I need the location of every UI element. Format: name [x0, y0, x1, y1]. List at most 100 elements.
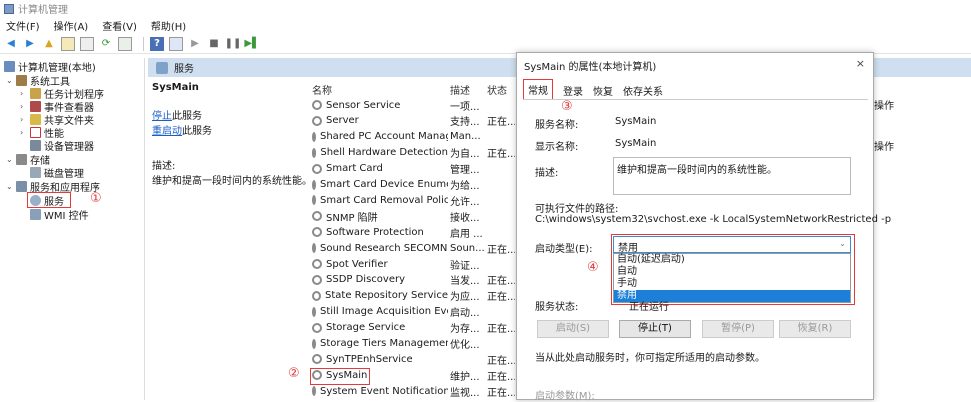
- column-name[interactable]: 名称: [312, 82, 332, 97]
- tree-root[interactable]: 计算机管理(本地): [4, 60, 96, 74]
- stop-service-link[interactable]: 停止: [152, 111, 172, 122]
- column-description[interactable]: 描述: [450, 82, 470, 97]
- service-description: Soun...: [450, 242, 485, 254]
- service-status: [487, 177, 515, 193]
- forward-icon[interactable]: ▶: [23, 37, 37, 51]
- service-row[interactable]: Shell Hardware Detection: [312, 145, 448, 161]
- menu-help[interactable]: 帮助(H): [151, 18, 186, 33]
- performance-icon: [30, 127, 41, 138]
- actions-item-2[interactable]: 操作: [874, 138, 894, 153]
- service-description: 当发...: [450, 276, 480, 288]
- expand-icon[interactable]: ›: [20, 128, 30, 137]
- tab-recovery[interactable]: 恢复: [593, 83, 613, 100]
- stop-icon[interactable]: ■: [207, 37, 221, 51]
- service-gear-icon: [312, 100, 322, 110]
- restart-service-link[interactable]: 重启动: [152, 126, 182, 137]
- collapse-icon[interactable]: ⌄: [6, 155, 16, 164]
- service-row[interactable]: Software Protection: [312, 224, 448, 240]
- column-status[interactable]: 状态: [487, 82, 507, 97]
- tree-wmi[interactable]: WMI 控件: [30, 208, 89, 222]
- expand-icon[interactable]: ›: [20, 102, 30, 111]
- service-gear-icon: [312, 227, 322, 238]
- collapse-icon[interactable]: ⌄: [6, 182, 16, 191]
- service-row[interactable]: SNMP 陷阱: [312, 208, 448, 224]
- service-row[interactable]: Smart Card Removal Policy: [312, 192, 448, 208]
- stop-button[interactable]: 停止(T): [619, 320, 691, 338]
- service-name-value: SysMain: [615, 116, 657, 127]
- startup-type-label: 启动类型(E):: [535, 244, 593, 255]
- wmi-icon: [30, 209, 41, 220]
- help-icon[interactable]: ?: [150, 36, 164, 51]
- services-header-icon: [156, 61, 168, 74]
- folder-up-icon[interactable]: ▲: [42, 37, 56, 51]
- actions-header: [874, 58, 971, 77]
- service-name: SNMP 陷阱: [326, 212, 378, 224]
- service-row[interactable]: Server: [312, 113, 448, 129]
- annotation-2: ②: [288, 366, 300, 381]
- service-status: 正在...: [487, 371, 515, 383]
- service-name: Sound Research SECOMN ...: [320, 242, 448, 254]
- service-row[interactable]: Storage Tiers Management: [312, 336, 448, 352]
- menu-file[interactable]: 文件(F): [6, 18, 40, 33]
- export-icon[interactable]: [118, 36, 132, 51]
- service-status: [487, 256, 515, 272]
- tree-device-manager[interactable]: 设备管理器: [30, 139, 94, 153]
- close-icon[interactable]: ×: [856, 57, 865, 70]
- properties-icon[interactable]: [80, 36, 94, 51]
- service-row[interactable]: Spot Verifier: [312, 256, 448, 272]
- tab-general[interactable]: 常规: [523, 79, 553, 100]
- service-row[interactable]: System Event Notification S...: [312, 383, 448, 399]
- service-row[interactable]: Shared PC Account Manager: [312, 129, 448, 145]
- service-name: SynTPEnhService: [326, 353, 413, 365]
- service-row[interactable]: Still Image Acquisition Events: [312, 304, 448, 320]
- service-row[interactable]: Smart Card Device Enumer...: [312, 177, 448, 193]
- tree-disk-management[interactable]: 磁盘管理: [30, 166, 84, 180]
- service-description: 允许...: [450, 196, 480, 208]
- tab-logon[interactable]: 登录: [563, 83, 583, 100]
- service-name: Smart Card Removal Policy: [320, 194, 448, 206]
- service-row[interactable]: SSDP Discovery: [312, 272, 448, 288]
- refresh-icon[interactable]: ⟳: [99, 37, 113, 51]
- pause-icon[interactable]: ❚❚: [225, 37, 242, 51]
- restart-link-suffix: 此服务: [182, 126, 212, 137]
- start-button[interactable]: 启动(S): [537, 320, 609, 338]
- expand-icon[interactable]: ›: [20, 89, 30, 98]
- annotation-1: ①: [90, 191, 102, 206]
- restart-icon[interactable]: ▶▌: [244, 37, 259, 51]
- play-icon[interactable]: ▶: [188, 37, 202, 51]
- service-name: Smart Card: [326, 163, 383, 175]
- service-description: 启用 ...: [450, 228, 483, 240]
- expand-icon[interactable]: ›: [20, 115, 30, 124]
- menu-view[interactable]: 查看(V): [102, 18, 137, 33]
- service-description: 启动...: [450, 308, 480, 320]
- service-row[interactable]: State Repository Service: [312, 288, 448, 304]
- service-row[interactable]: Sensor Service: [312, 97, 448, 113]
- navigation-tree: 计算机管理(本地) ⌄ 系统工具 › 任务计划程序 › 事件查看器 › 共享文件…: [0, 58, 145, 400]
- service-gear-icon: [312, 354, 322, 365]
- service-status: 正在...: [487, 117, 515, 129]
- collapse-icon[interactable]: ⌄: [6, 76, 16, 85]
- annotation-3: ③: [561, 99, 573, 114]
- service-row[interactable]: Smart Card: [312, 161, 448, 177]
- mmc-icon[interactable]: [169, 36, 183, 51]
- service-gear-icon: [312, 115, 322, 126]
- description-field[interactable]: 维护和提高一段时间内的系统性能。: [613, 157, 851, 195]
- service-status: [487, 97, 515, 113]
- dialog-tabs: 常规 登录 恢复 依存关系: [523, 79, 673, 100]
- sysmain-highlight-box: [310, 368, 370, 385]
- service-gear-icon: [312, 386, 316, 397]
- service-row[interactable]: SynTPEnhService: [312, 351, 448, 367]
- service-row[interactable]: Storage Service: [312, 320, 448, 336]
- menu-action[interactable]: 操作(A): [54, 18, 89, 33]
- actions-item-1[interactable]: 操作: [874, 97, 894, 112]
- back-icon[interactable]: ◀: [4, 37, 18, 51]
- services-apps-icon: [16, 181, 27, 192]
- description-label: 描述:: [535, 168, 559, 179]
- pause-button[interactable]: 暂停(P): [702, 320, 774, 338]
- show-hide-tree-icon[interactable]: [61, 36, 75, 51]
- service-status: [487, 192, 515, 208]
- dialog-title: SysMain 的属性(本地计算机): [524, 62, 657, 73]
- tab-dependencies[interactable]: 依存关系: [623, 83, 663, 100]
- resume-button[interactable]: 恢复(R): [779, 320, 851, 338]
- service-row[interactable]: Sound Research SECOMN ...: [312, 240, 448, 256]
